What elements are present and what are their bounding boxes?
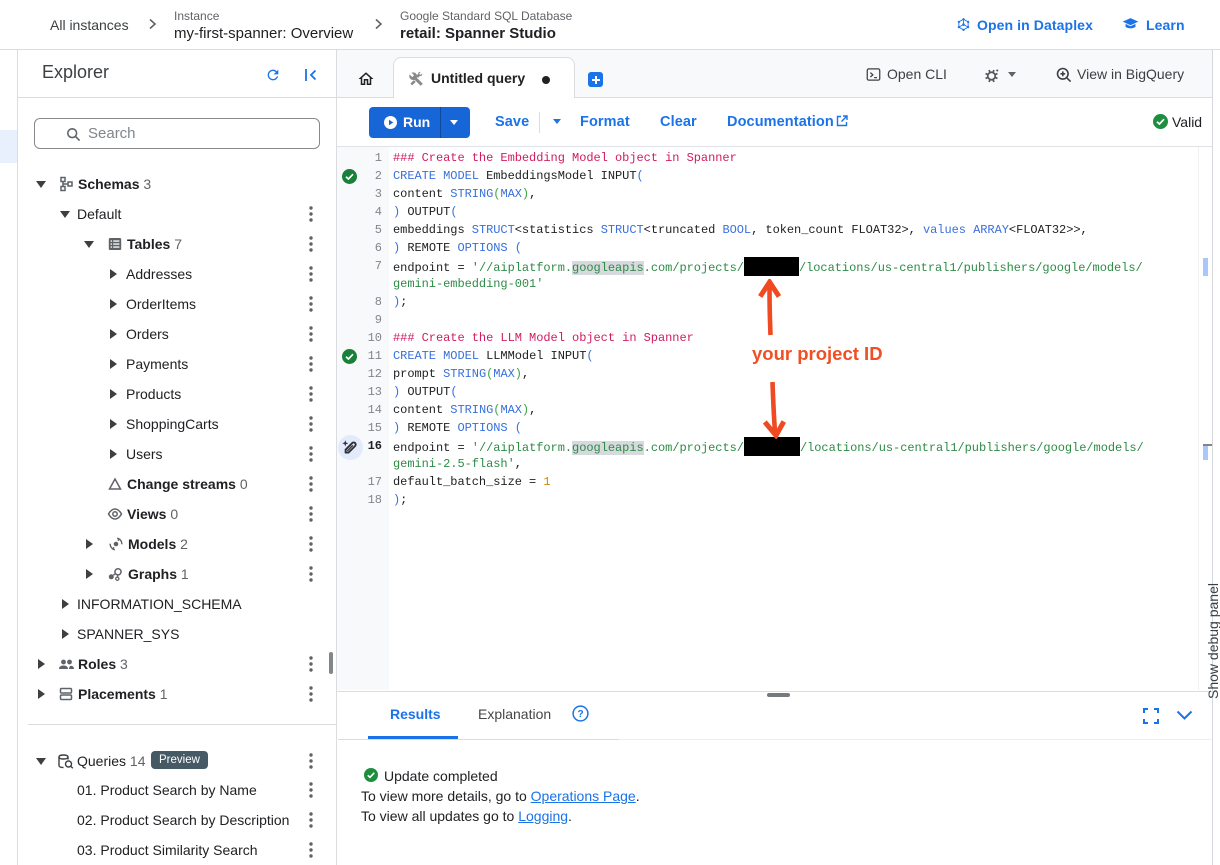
svg-text:?: ? (577, 709, 583, 720)
